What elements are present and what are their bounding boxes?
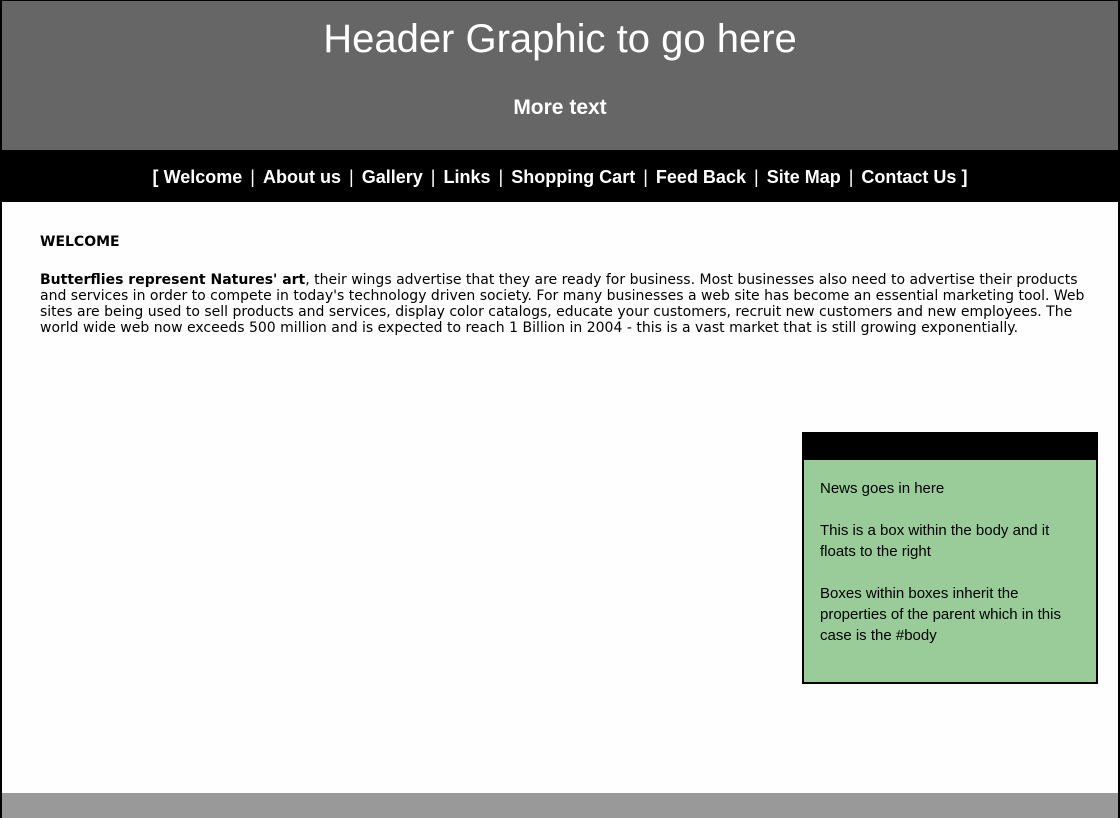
nav-link-contact-us[interactable]: Contact Us [861, 167, 956, 187]
nav-separator: | [498, 167, 504, 187]
nav-separator: | [349, 167, 354, 187]
main-content: WELCOME Butterflies represent Natures' a… [40, 232, 1085, 336]
nav-separator: | [430, 167, 436, 187]
news-box: News goes in here This is a box within t… [802, 432, 1098, 684]
section-title: WELCOME [40, 234, 120, 250]
nav-link-links[interactable]: Links [443, 167, 490, 187]
nav-separator: | [753, 167, 759, 187]
news-line: News goes in here [820, 480, 945, 497]
intro-paragraph: Butterflies represent Natures' art, thei… [40, 272, 1085, 336]
header-banner: Header Graphic to go here More text [2, 0, 1118, 151]
nav-link-shopping-cart[interactable]: Shopping Cart [511, 167, 635, 187]
news-line: This is a box within the body and it flo… [820, 522, 1050, 560]
nav-separator: | [643, 167, 648, 187]
nav-separator: | [848, 167, 854, 187]
footer-bar [2, 793, 1118, 818]
nav-link-welcome[interactable]: Welcome [164, 167, 243, 187]
page: Header Graphic to go here More text [ We… [0, 0, 1120, 818]
nav-separator: | [250, 167, 255, 187]
nav-link-gallery[interactable]: Gallery [362, 167, 423, 187]
nav-open-bracket: [ [152, 167, 159, 187]
nav-close-bracket: ] [961, 167, 968, 187]
header-title: Header Graphic to go here [323, 17, 797, 61]
news-line: Boxes within boxes inherit the propertie… [820, 585, 1061, 644]
nav-link-feed-back[interactable]: Feed Back [656, 167, 746, 187]
intro-bold-text: Butterflies represent Natures' art [40, 272, 306, 288]
news-box-body: News goes in here This is a box within t… [804, 460, 1096, 646]
news-box-header [804, 434, 1096, 460]
header-subtitle: More text [513, 96, 607, 119]
nav-link-about-us[interactable]: About us [263, 167, 341, 187]
nav-link-site-map[interactable]: Site Map [767, 167, 841, 187]
nav-bar: [ Welcome | About us | Gallery | Links |… [2, 150, 1118, 202]
